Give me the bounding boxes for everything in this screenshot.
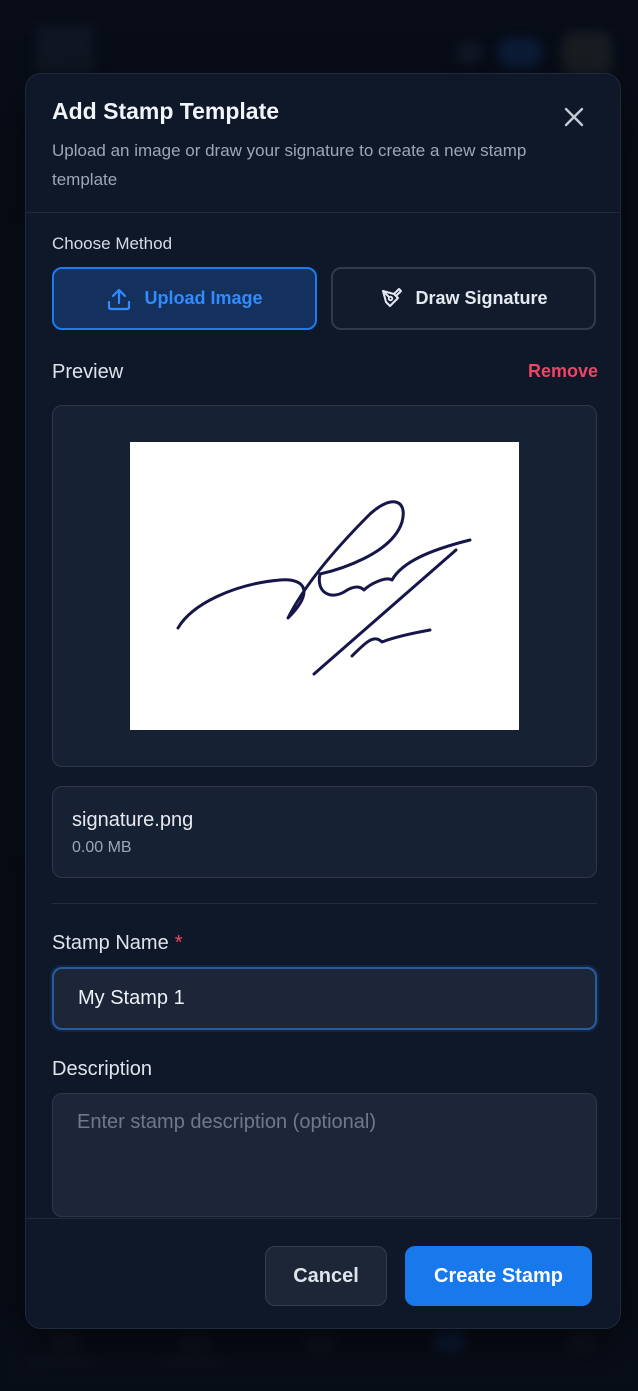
- close-button[interactable]: [556, 102, 592, 132]
- stamp-name-label-text: Stamp Name: [52, 932, 169, 954]
- stamp-name-label: Stamp Name *: [52, 932, 183, 955]
- dialog-header: Add Stamp Template Upload an image or dr…: [26, 74, 620, 213]
- required-marker: *: [174, 932, 183, 954]
- file-size: 0.00 MB: [72, 839, 132, 856]
- create-stamp-button[interactable]: Create Stamp: [405, 1246, 592, 1306]
- draw-signature-button[interactable]: Draw Signature: [331, 267, 596, 330]
- remove-button[interactable]: Remove: [528, 361, 598, 382]
- description-textarea[interactable]: Enter stamp description (optional): [52, 1093, 597, 1217]
- dialog-subtitle: Upload an image or draw your signature t…: [52, 141, 527, 189]
- signature-preview-image: [130, 442, 519, 730]
- draw-signature-label: Draw Signature: [415, 288, 548, 308]
- add-stamp-dialog: Add Stamp Template Upload an image or dr…: [25, 73, 621, 1329]
- preview-label: Preview: [52, 361, 124, 383]
- pen-tool-icon: [382, 287, 403, 307]
- description-label: Description: [52, 1058, 153, 1080]
- close-icon: [564, 107, 584, 127]
- dialog-footer: Cancel Create Stamp: [26, 1218, 620, 1328]
- upload-icon: [108, 288, 131, 310]
- stamp-name-input[interactable]: My Stamp 1: [52, 967, 597, 1030]
- upload-image-button[interactable]: Upload Image: [52, 267, 317, 330]
- section-divider: [52, 903, 597, 904]
- signature-drawing: [176, 500, 472, 676]
- choose-method-label: Choose Method: [52, 234, 173, 253]
- cancel-button[interactable]: Cancel: [265, 1246, 387, 1306]
- file-info-card: signature.png 0.00 MB: [52, 786, 597, 878]
- preview-panel: [52, 405, 597, 767]
- file-name: signature.png: [72, 809, 194, 831]
- upload-image-label: Upload Image: [144, 288, 263, 308]
- dialog-title: Add Stamp Template: [52, 98, 280, 124]
